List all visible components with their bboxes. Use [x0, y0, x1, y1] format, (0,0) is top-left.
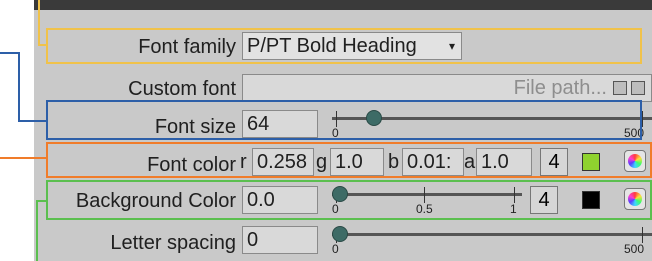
font-family-callout-line: [38, 0, 40, 46]
folder-browse-icon[interactable]: [613, 81, 627, 95]
font-size-callout-line: [18, 52, 20, 122]
letter-spacing-input[interactable]: 0: [242, 226, 318, 254]
slider-knob[interactable]: [332, 226, 348, 242]
letter-spacing-slider[interactable]: 0 500: [332, 220, 652, 256]
font-family-callout-box: [46, 28, 642, 64]
slider-tick-max: [642, 111, 643, 127]
background-color-callout-box: [46, 180, 652, 220]
font-color-callout-box: [46, 142, 652, 178]
font-color-callout-line: [0, 157, 46, 159]
font-size-callout-line: [18, 120, 46, 122]
custom-font-label: Custom font: [128, 78, 236, 100]
font-size-callout-line: [0, 52, 20, 54]
letter-spacing-label: Letter spacing: [110, 232, 236, 254]
slider-track: [332, 233, 652, 236]
slider-max-label: 500: [624, 242, 645, 256]
background-color-callout-line: [36, 200, 46, 202]
font-settings-screenshot: Font family P/PT Bold Heading ▾ Custom f…: [0, 0, 652, 261]
font-size-callout-box: [46, 100, 642, 140]
font-family-callout-line: [38, 44, 46, 46]
slider-min-label: 0: [332, 242, 339, 256]
slider-tick-max: [642, 227, 643, 243]
clear-path-icon[interactable]: [631, 81, 645, 95]
custom-font-placeholder: File path...: [513, 77, 607, 99]
panel-top-edge: [34, 0, 652, 10]
custom-font-path-input[interactable]: File path...: [242, 74, 652, 102]
background-color-callout-line: [36, 200, 38, 261]
